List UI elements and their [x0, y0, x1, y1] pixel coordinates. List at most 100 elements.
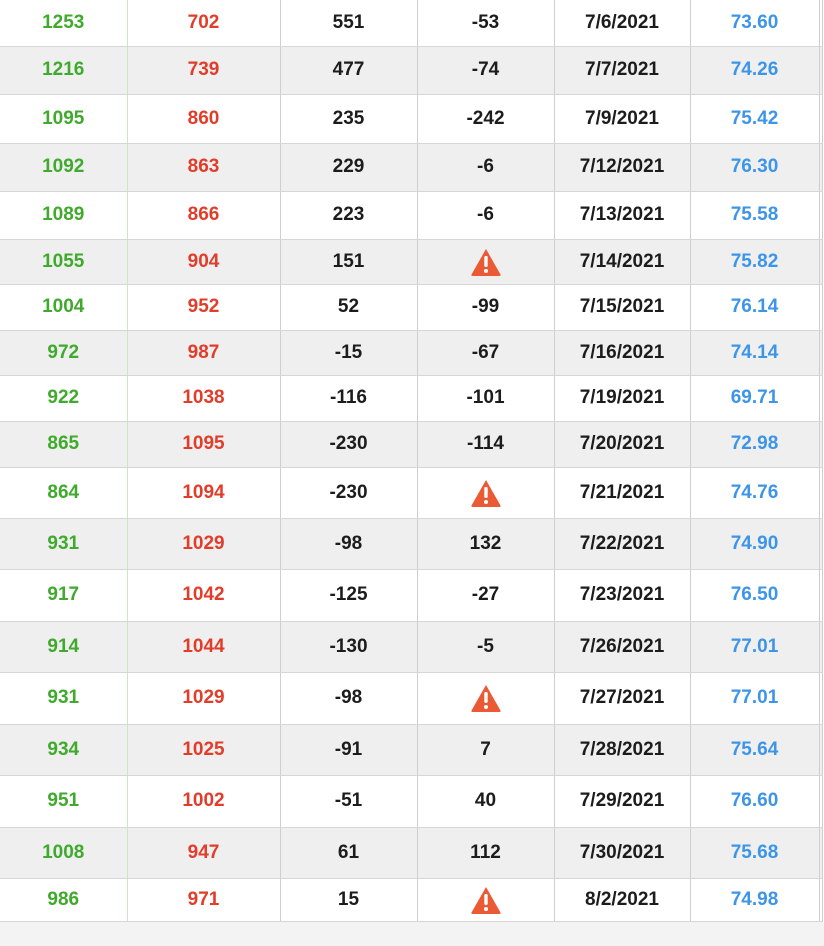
cell-col3-value: 52 — [337, 296, 360, 317]
cell-edge — [819, 518, 823, 570]
cell-col4: -5 — [417, 621, 555, 673]
cell-date: 7/9/2021 — [554, 94, 691, 144]
cell-date: 7/29/2021 — [554, 775, 691, 828]
cell-price-value: 76.14 — [730, 296, 779, 317]
cell-col3-value: -15 — [334, 341, 363, 363]
cell-col2-value: 1025 — [182, 738, 225, 760]
cell-col2-value: 863 — [187, 156, 220, 177]
cell-col3: -98 — [280, 518, 418, 570]
cell-col4-value: -27 — [471, 584, 500, 605]
cell-col2-value: 971 — [187, 888, 220, 910]
cell-price-value: 69.71 — [730, 387, 779, 408]
cell-price-value: 75.68 — [730, 841, 779, 863]
cell-col4-value: -5 — [477, 635, 494, 657]
cell-col1: 972 — [0, 330, 128, 376]
cell-col1: 1095 — [0, 94, 128, 144]
cell-price-value: 74.14 — [730, 341, 779, 363]
warning-icon — [470, 683, 502, 713]
cell-edge — [819, 0, 823, 47]
cell-col2: 1038 — [127, 375, 281, 422]
cell-col2: 702 — [127, 0, 281, 47]
cell-col3-value: -91 — [334, 738, 363, 760]
cell-col4: 7 — [417, 724, 555, 776]
cell-col1: 951 — [0, 775, 128, 828]
table-row: 864 1094 -230 7/21/2021 74.76 — [0, 467, 823, 519]
cell-col2-value: 904 — [187, 250, 220, 272]
cell-edge — [819, 421, 823, 468]
cell-col1: 986 — [0, 878, 128, 922]
table-row: 951 1002 -51 40 7/29/2021 76.60 — [0, 775, 823, 828]
cell-col2: 971 — [127, 878, 281, 922]
cell-date-value: 7/28/2021 — [579, 738, 665, 760]
cell-col3-value: -51 — [334, 790, 363, 811]
cell-col2-value: 1044 — [182, 635, 225, 657]
cell-col4: -27 — [417, 569, 555, 622]
cell-col3: -15 — [280, 330, 418, 376]
cell-col3: 235 — [280, 94, 418, 144]
cell-col4-value: -6 — [477, 156, 494, 177]
cell-edge — [819, 94, 823, 144]
cell-price-value: 72.98 — [730, 433, 779, 454]
cell-edge — [819, 775, 823, 828]
cell-date: 7/15/2021 — [554, 284, 691, 331]
cell-col2: 987 — [127, 330, 281, 376]
cell-col2: 1002 — [127, 775, 281, 828]
cell-col3: 52 — [280, 284, 418, 331]
cell-col2-value: 1094 — [182, 481, 225, 503]
cell-col2: 1044 — [127, 621, 281, 673]
cell-price: 74.76 — [690, 467, 820, 519]
cell-date: 7/6/2021 — [554, 0, 691, 47]
cell-price: 77.01 — [690, 672, 820, 725]
cell-col4-value: -99 — [471, 296, 500, 317]
bottom-strip — [0, 921, 824, 944]
cell-col4-value: 132 — [469, 532, 502, 554]
cell-col1: 917 — [0, 569, 128, 622]
cell-col1: 1216 — [0, 46, 128, 95]
cell-date: 7/27/2021 — [554, 672, 691, 725]
warning-icon — [470, 247, 502, 277]
cell-col4-value: -6 — [477, 204, 494, 225]
cell-date-value: 7/12/2021 — [579, 156, 665, 177]
cell-col2: 947 — [127, 827, 281, 879]
warning-icon — [470, 885, 502, 915]
cell-col1-value: 1008 — [42, 841, 85, 863]
cell-col2: 739 — [127, 46, 281, 95]
cell-date: 7/13/2021 — [554, 191, 691, 240]
cell-price: 74.26 — [690, 46, 820, 95]
cell-date-value: 7/7/2021 — [585, 59, 659, 80]
cell-date-value: 7/19/2021 — [579, 387, 665, 408]
cell-col1: 1004 — [0, 284, 128, 331]
cell-col1-value: 1253 — [42, 11, 85, 33]
cell-col1-value: 1092 — [42, 156, 85, 177]
cell-col3: 61 — [280, 827, 418, 879]
cell-col4-value: -74 — [471, 59, 500, 80]
cell-col1-value: 931 — [47, 687, 80, 708]
cell-col4-value: -114 — [467, 433, 504, 454]
cell-edge — [819, 143, 823, 192]
cell-date-value: 7/22/2021 — [579, 532, 665, 554]
cell-date-value: 8/2/2021 — [585, 888, 659, 910]
cell-col3-value: -130 — [329, 635, 368, 657]
cell-col4 — [417, 672, 555, 725]
cell-price-value: 75.58 — [730, 204, 779, 225]
cell-col2: 904 — [127, 239, 281, 285]
cell-col4: -74 — [417, 46, 555, 95]
cell-col4 — [417, 239, 555, 285]
cell-col2-value: 1038 — [182, 387, 225, 408]
cell-col4-value: -53 — [471, 11, 500, 33]
cell-col3: 151 — [280, 239, 418, 285]
cell-edge — [819, 375, 823, 422]
cell-col4: 40 — [417, 775, 555, 828]
cell-edge — [819, 284, 823, 331]
cell-date-value: 7/27/2021 — [579, 687, 665, 708]
cell-date-value: 7/9/2021 — [585, 107, 659, 129]
cell-col4-value: 7 — [480, 738, 491, 760]
cell-date-value: 7/13/2021 — [579, 204, 665, 225]
cell-col1-value: 1004 — [42, 296, 85, 317]
cell-col2: 866 — [127, 191, 281, 240]
cell-col1: 864 — [0, 467, 128, 519]
cell-price: 76.50 — [690, 569, 820, 622]
cell-col2: 1095 — [127, 421, 281, 468]
cell-edge — [819, 191, 823, 240]
cell-edge — [819, 724, 823, 776]
